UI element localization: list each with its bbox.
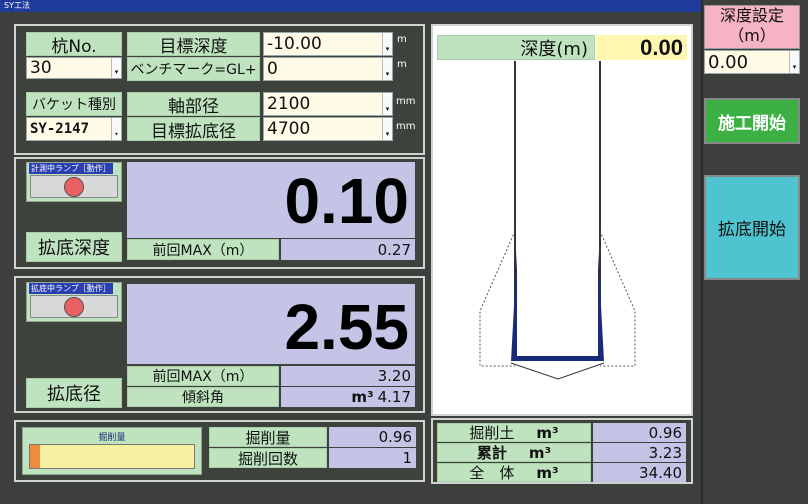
target-depth-unit: m: [397, 34, 407, 45]
depth-setting-value: 0.00: [708, 51, 749, 73]
depth-setting-label-line2: （m）: [728, 26, 776, 45]
depth-setting-label-line1: 深度設定: [719, 6, 784, 25]
depth-label: 深度(m): [437, 35, 595, 60]
excavated-soil-label: 掘削土 m³: [437, 423, 591, 442]
excavation-meter: 掘削量: [22, 427, 202, 475]
depth-value: 0.00: [596, 35, 687, 60]
enlarged-diameter-label: 拡底径: [26, 378, 122, 408]
benchmark-label: ベンチマーク=GL+: [127, 57, 260, 81]
cumulative-unit: m³: [528, 443, 552, 462]
enlarged-diameter-prev-label: 前回MAX（m）: [127, 366, 279, 386]
chevron-down-icon[interactable]: ▾: [382, 93, 392, 115]
excavation-count-label: 掘削回数: [209, 448, 327, 468]
benchmark-value: 0: [267, 59, 278, 79]
window-title-bar: SY工法: [0, 0, 808, 12]
target-enlarged-diameter-label: 目標拡底径: [127, 117, 260, 142]
benchmark-unit: m: [397, 59, 407, 70]
shaft-diameter-label: 軸部径: [127, 92, 260, 117]
overall-label: 全 体 m³: [437, 463, 591, 482]
lamp-indicator-icon: [64, 176, 84, 197]
excavated-soil-unit: m³: [536, 423, 559, 442]
enlarged-depth-label: 拡底深度: [26, 232, 122, 262]
enlarged-diameter-prev-value: 3.20: [281, 366, 415, 386]
excavation-bar-label: 掘削量: [98, 433, 126, 443]
shaft-diameter-value: 2100: [267, 94, 311, 114]
shaft-diameter-unit: mm: [396, 96, 416, 107]
target-enlarged-diameter-value: 4700: [267, 119, 311, 139]
tilt-angle-readout: m³ 4.17: [281, 387, 415, 407]
overall-unit: m³: [536, 463, 559, 482]
excavation-bar-fill: [30, 445, 40, 468]
bucket-type-select[interactable]: SY-2147 ▾: [26, 117, 122, 141]
target-enlarged-diameter-unit: mm: [396, 121, 416, 132]
depth-setting-select[interactable]: 0.00 ▾: [704, 50, 800, 74]
enlarge-lamp-label: 拡底中ランプ［動作］: [29, 283, 113, 294]
enlarge-lamp: 拡底中ランプ［動作］: [26, 282, 122, 322]
cumulative-label: 累計 m³: [437, 443, 591, 462]
chevron-down-icon[interactable]: ▾: [382, 33, 392, 55]
excavation-bar: [29, 444, 195, 469]
chevron-down-icon[interactable]: ▾: [111, 118, 121, 140]
window-title: SY工法: [4, 1, 30, 10]
pile-value: 30: [30, 58, 52, 78]
target-enlarged-diameter-input[interactable]: 4700 ▾: [263, 117, 393, 141]
pile-shape-diagram: [479, 61, 636, 380]
start-enlargement-button[interactable]: 拡底開始: [704, 175, 800, 280]
target-depth-value: -10.00: [267, 34, 322, 54]
chevron-down-icon[interactable]: ▾: [382, 58, 392, 80]
bucket-type-value: SY-2147: [30, 121, 90, 137]
excavated-soil-value: 0.96: [593, 423, 686, 442]
enlarged-diameter-value: 2.55: [127, 284, 415, 364]
enlarged-depth-prev-value: 0.27: [281, 239, 415, 260]
cumulative-value: 3.23: [593, 443, 686, 462]
pile-label: 杭No.: [26, 32, 122, 57]
tilt-angle-label: 傾斜角: [127, 387, 279, 407]
measure-lamp-label: 計測中ランプ［動作］: [29, 163, 113, 174]
pile-select[interactable]: 30 ▾: [26, 57, 122, 79]
chevron-down-icon[interactable]: ▾: [382, 118, 392, 140]
chevron-down-icon[interactable]: ▾: [789, 51, 799, 73]
depth-setting-label: 深度設定 （m）: [704, 5, 800, 49]
excavation-volume-label: 掘削量: [209, 427, 327, 447]
enlarged-depth-value: 0.10: [127, 162, 415, 238]
shaft-diameter-input[interactable]: 2100 ▾: [263, 92, 393, 116]
start-construction-button[interactable]: 施工開始: [704, 98, 800, 144]
target-depth-input[interactable]: -10.00 ▾: [263, 32, 393, 56]
tilt-unit: m³: [351, 388, 374, 406]
enlarged-depth-prev-label: 前回MAX（m）: [127, 239, 279, 260]
lamp-indicator-icon: [64, 296, 84, 317]
overall-value: 34.40: [593, 463, 686, 482]
bucket-type-label: バケット種別: [26, 92, 122, 116]
excavation-volume-value: 0.96: [329, 427, 416, 447]
excavation-count-value: 1: [329, 448, 416, 468]
chevron-down-icon[interactable]: ▾: [111, 58, 121, 78]
target-depth-label: 目標深度: [127, 32, 260, 57]
overall-label-text: 全 体: [469, 464, 515, 482]
cumulative-label-text: 累計: [476, 444, 507, 462]
benchmark-input[interactable]: 0 ▾: [263, 57, 393, 81]
tilt-value: 4.17: [377, 388, 411, 406]
measure-lamp: 計測中ランプ［動作］: [26, 162, 122, 202]
excavated-soil-label-text: 掘削土: [469, 424, 515, 442]
